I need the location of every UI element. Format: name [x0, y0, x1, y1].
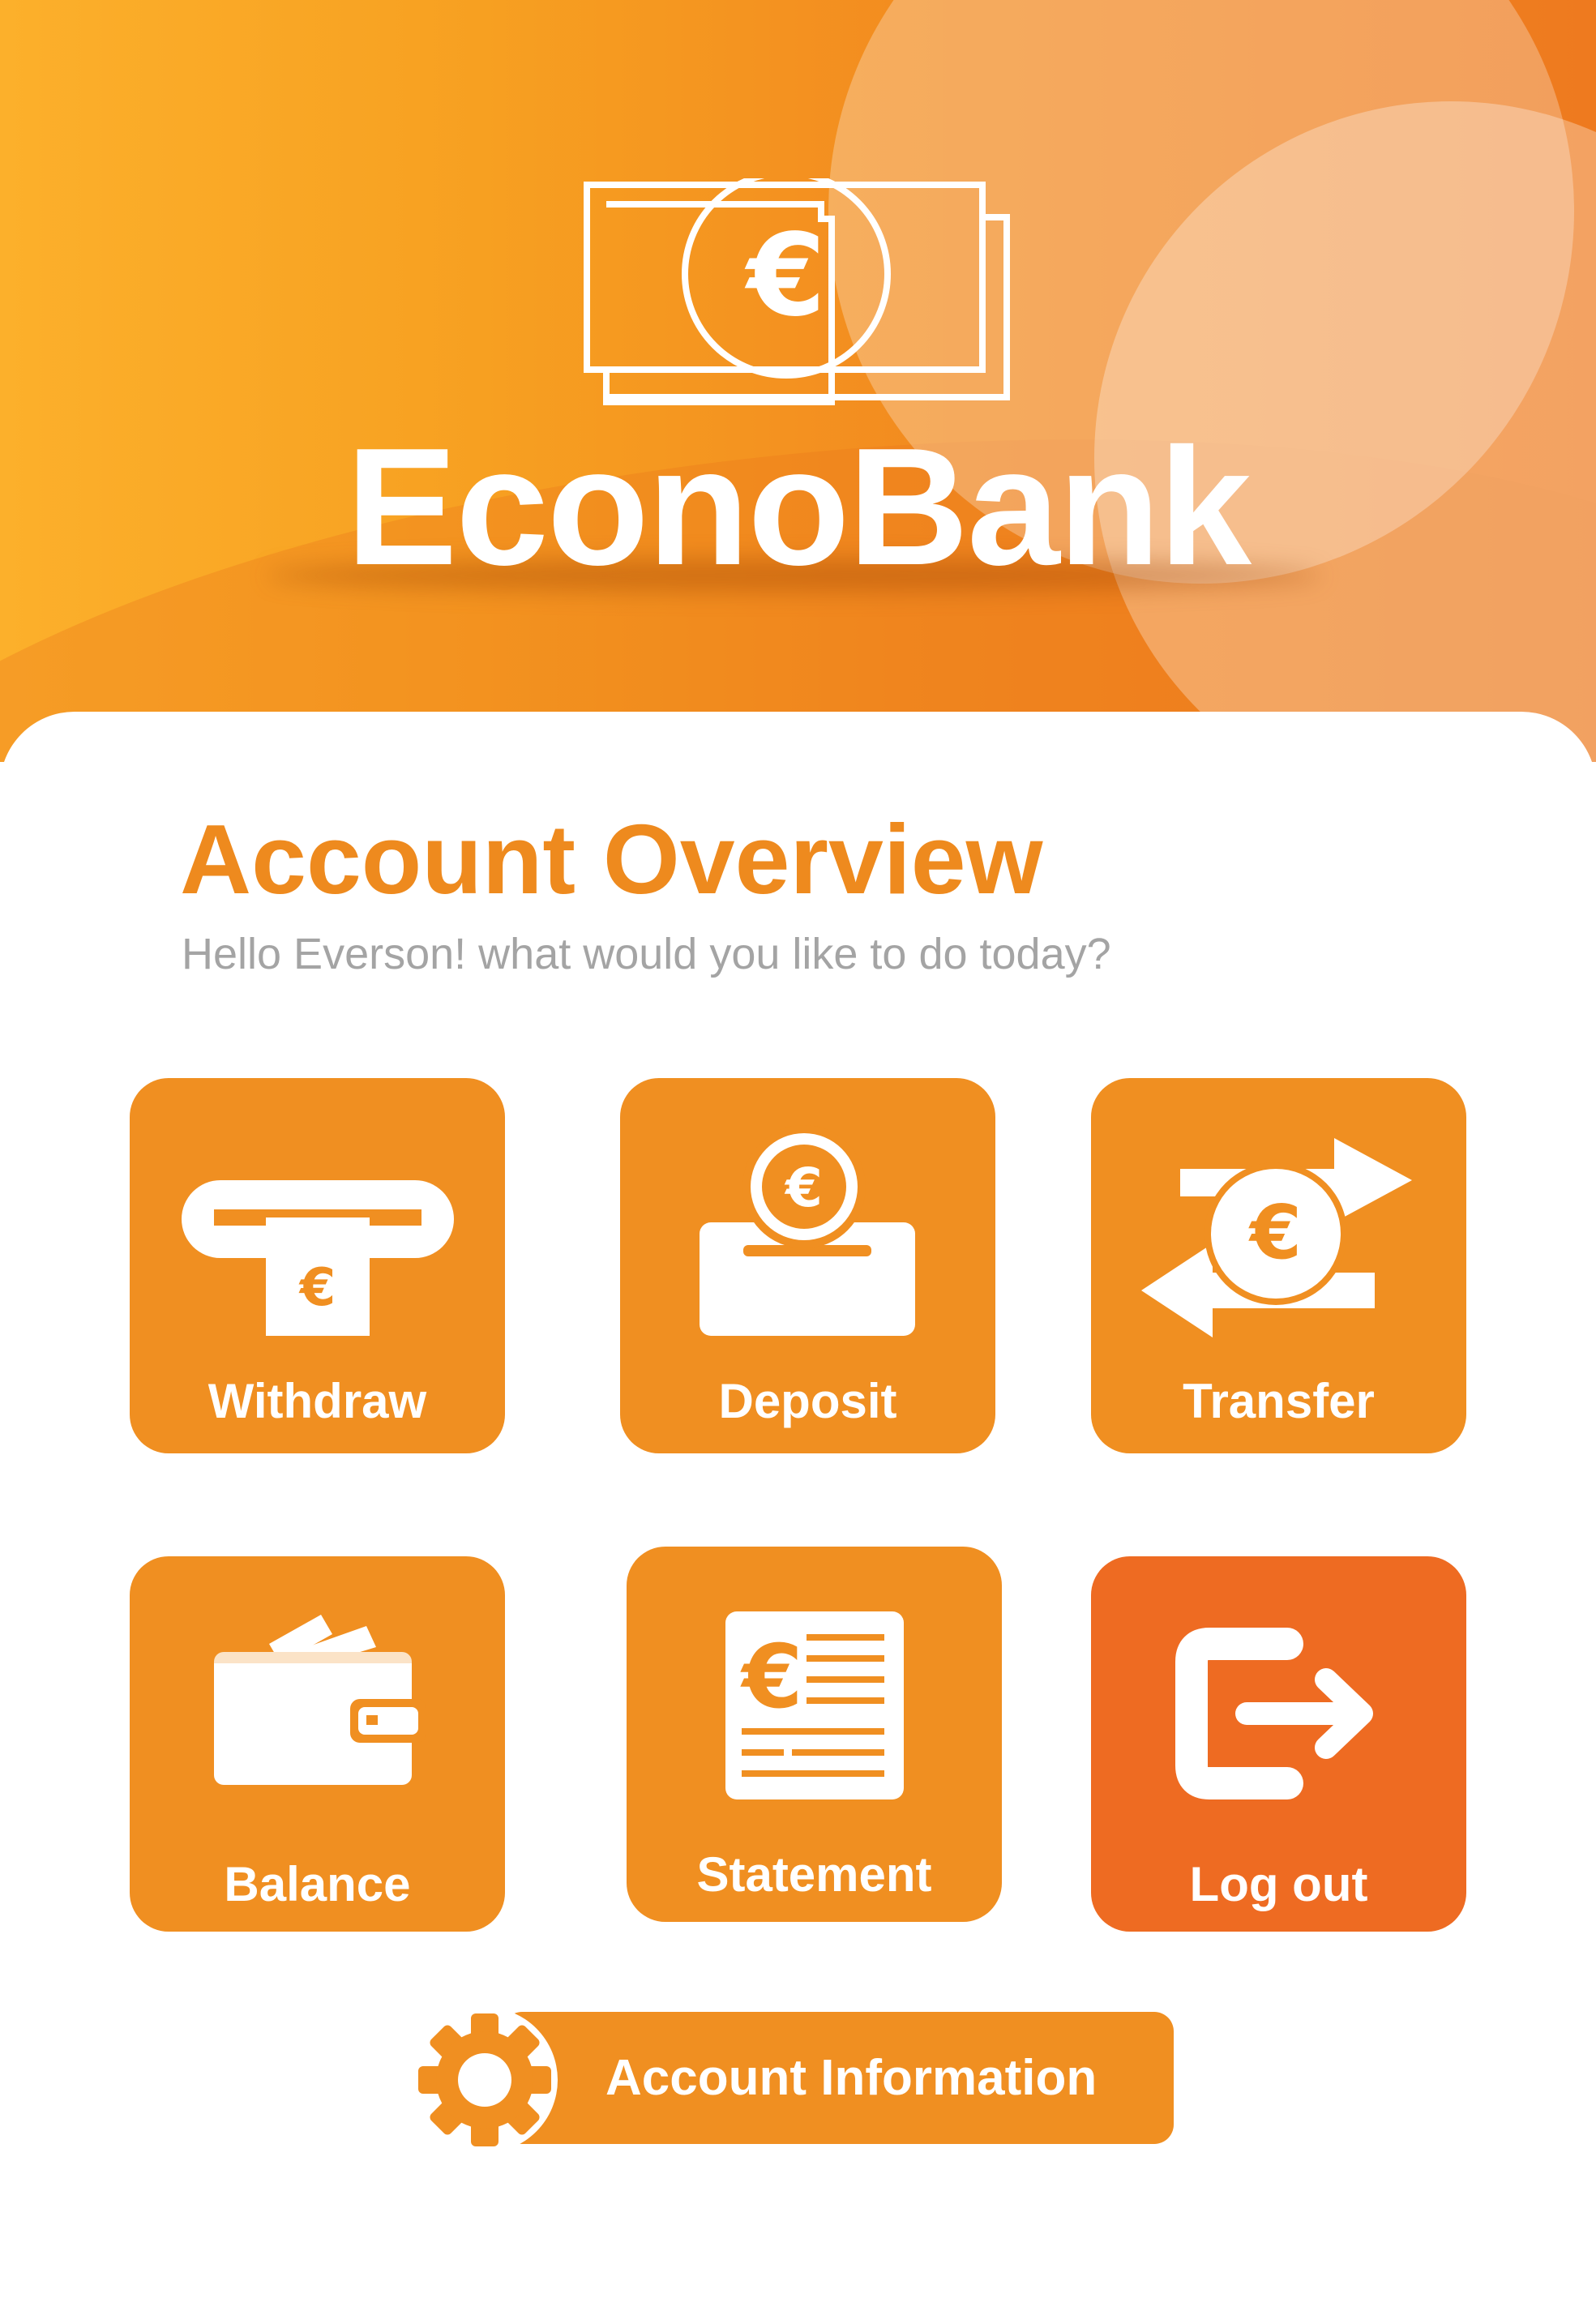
- statement-label: Statement: [696, 1847, 932, 1902]
- gear-icon: [418, 2013, 551, 2146]
- svg-text:€: €: [298, 1258, 336, 1318]
- deposit-label: Deposit: [718, 1374, 897, 1428]
- withdraw-button[interactable]: € Withdraw: [130, 1078, 505, 1453]
- svg-text:€: €: [784, 1157, 823, 1219]
- transfer-label: Transfer: [1183, 1374, 1375, 1428]
- logout-button[interactable]: Log out: [1091, 1556, 1466, 1932]
- page-title: Account Overview: [180, 804, 1043, 914]
- logout-label: Log out: [1189, 1857, 1368, 1911]
- statement-button[interactable]: € Statement: [627, 1547, 1002, 1922]
- svg-text:€: €: [744, 210, 825, 342]
- account-information-label: Account Information: [605, 2050, 1098, 2106]
- brand-name: EconoBank: [345, 413, 1252, 600]
- deposit-button[interactable]: € Deposit: [620, 1078, 995, 1453]
- transfer-button[interactable]: € Transfer: [1091, 1078, 1466, 1453]
- account-information-button[interactable]: Account Information: [503, 2012, 1174, 2144]
- svg-text:€: €: [739, 1627, 802, 1728]
- balance-button[interactable]: Balance: [130, 1556, 505, 1932]
- gear-badge[interactable]: [412, 2007, 558, 2153]
- greeting-text: Hello Everson! what would you like to do…: [182, 930, 1111, 978]
- header-banner: € EconoBank: [0, 0, 1596, 762]
- balance-label: Balance: [224, 1857, 411, 1911]
- svg-text:€: €: [1248, 1189, 1302, 1276]
- withdraw-label: Withdraw: [208, 1374, 427, 1428]
- euro-banknote-icon: €: [584, 178, 1010, 405]
